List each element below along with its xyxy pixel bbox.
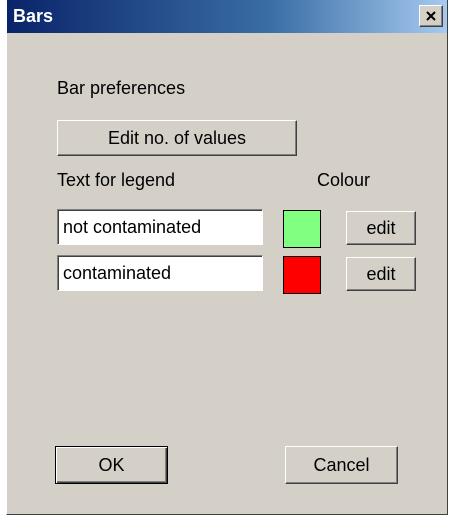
title-bar[interactable]: Bars [7,0,447,33]
window-title: Bars [13,6,54,26]
edit-no-of-values-button[interactable]: Edit no. of values [57,120,297,156]
colour-swatch-1 [283,210,321,248]
close-button[interactable] [419,5,443,27]
cancel-button[interactable]: Cancel [285,446,398,484]
edit-colour-button-1[interactable]: edit [346,211,416,245]
ok-button[interactable]: OK [55,446,168,484]
colour-swatch-2 [283,256,321,294]
legend-text-input-1[interactable]: not contaminated [57,209,263,245]
legend-text-input-2[interactable]: contaminated [57,255,263,291]
bars-dialog: Bars Bar preferences Edit no. of values … [6,0,448,515]
bar-preferences-heading: Bar preferences [57,78,186,98]
colour-header: Colour [317,170,371,190]
edit-colour-button-2[interactable]: edit [346,257,416,291]
text-for-legend-header: Text for legend [57,170,176,190]
close-icon [426,11,436,21]
